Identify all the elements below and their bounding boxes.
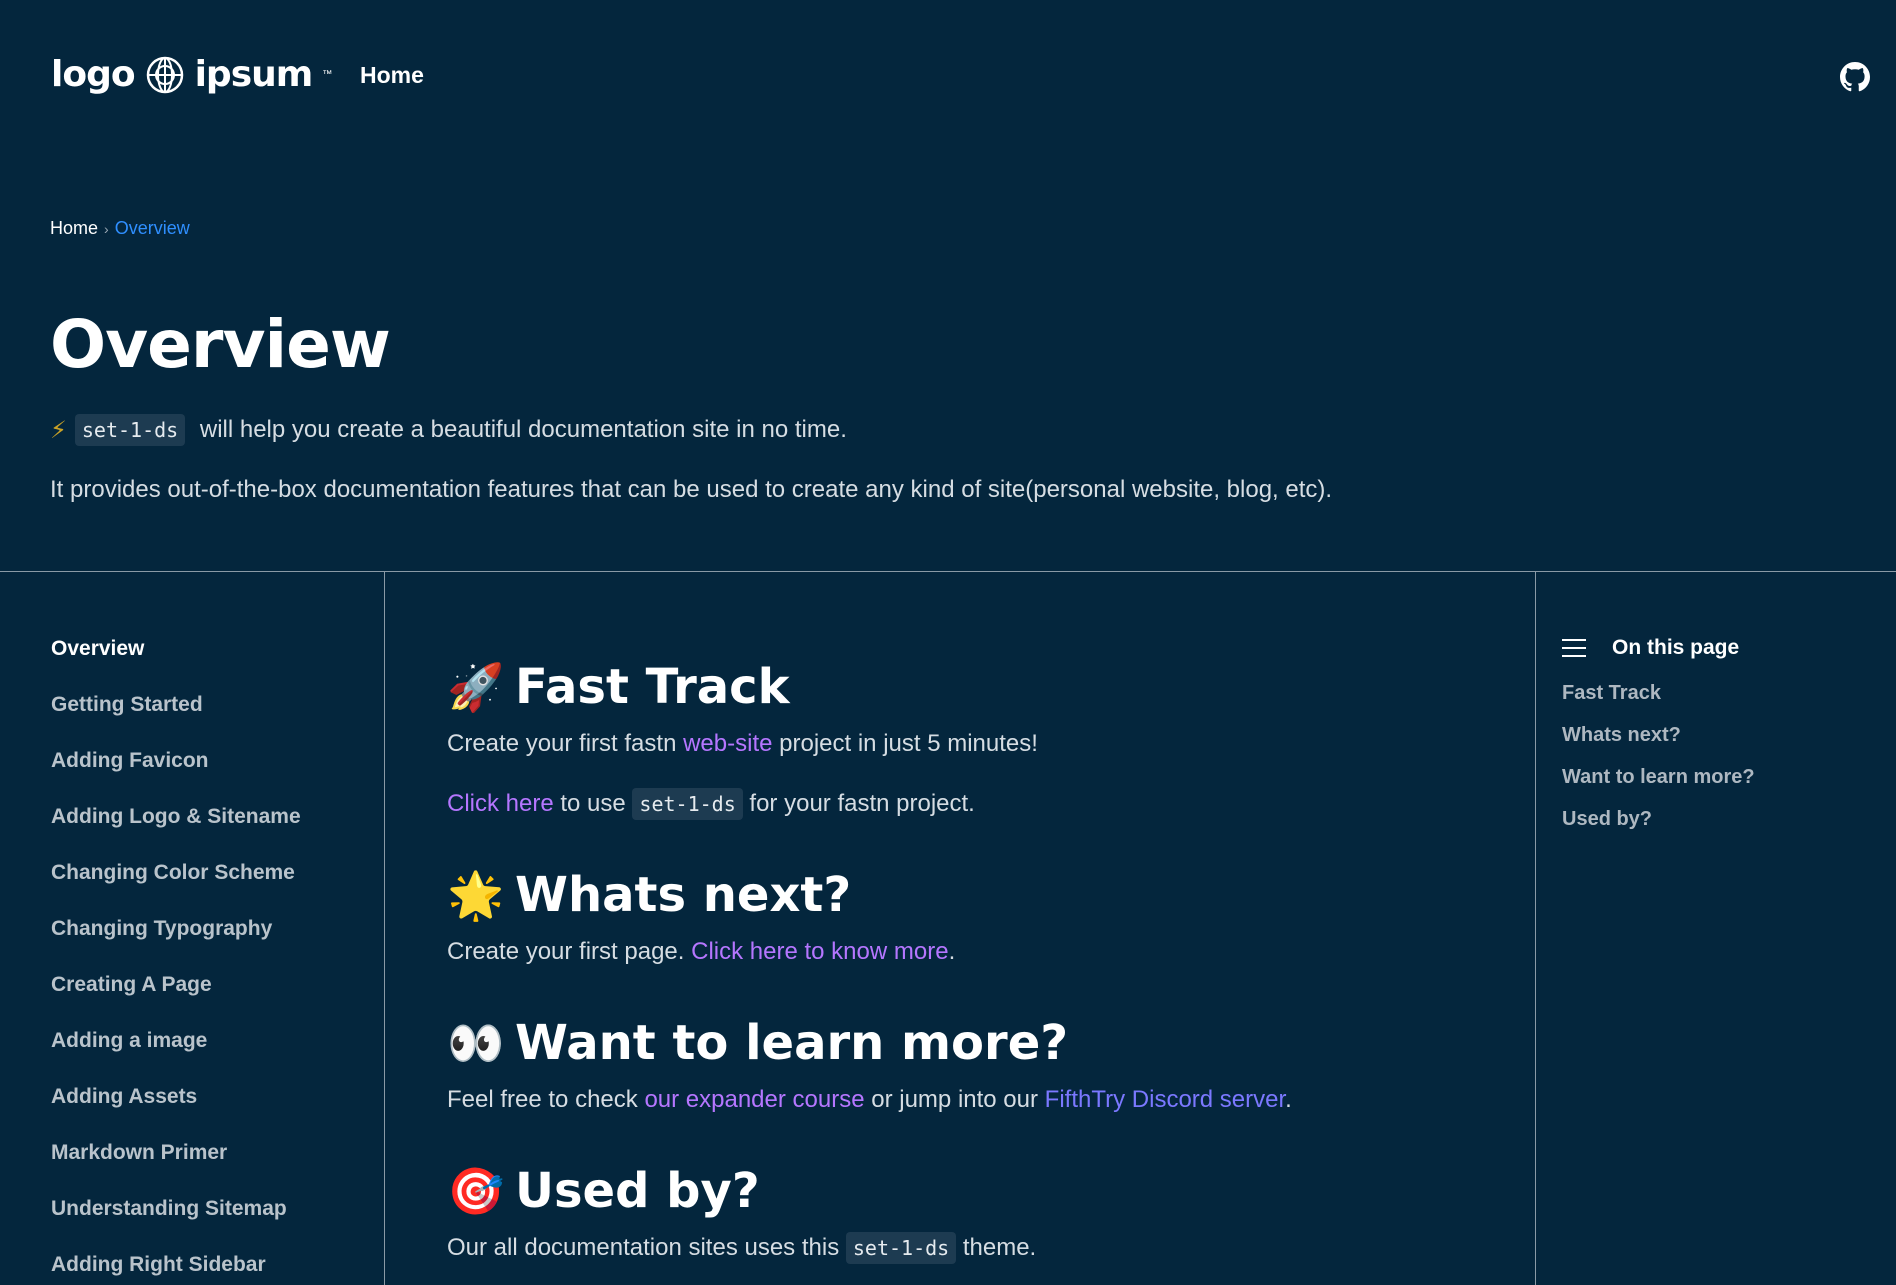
heading-learn-more: 👀 Want to learn more?: [447, 1006, 1487, 1080]
click-here-link[interactable]: Click here: [447, 790, 554, 817]
text: .: [1285, 1086, 1292, 1113]
whats-next-paragraph: Create your first page. Click here to kn…: [447, 936, 1487, 968]
right-column-divider: [1535, 571, 1536, 1285]
text: project in just 5 minutes!: [772, 730, 1038, 757]
logo-trademark: ™: [322, 69, 333, 80]
eyes-icon: 👀: [447, 1015, 505, 1070]
main-content: 🚀 Fast Track Create your first fastn web…: [447, 650, 1487, 1264]
section-learn-more: 👀 Want to learn more? Feel free to check…: [447, 1006, 1487, 1116]
toc-item-whats-next[interactable]: Whats next?: [1562, 722, 1755, 764]
chevron-right-icon: ›: [104, 220, 109, 237]
top-header: logo ipsum ™ Home: [0, 0, 1896, 150]
heading-fast-track: 🚀 Fast Track: [447, 650, 1487, 724]
on-this-page-sidebar: On this page Fast Track Whats next? Want…: [1562, 636, 1755, 848]
target-icon: 🎯: [447, 1163, 505, 1218]
heading-used-by-text: Used by?: [515, 1163, 760, 1219]
text: Create your first fastn: [447, 730, 684, 757]
toc-heading-text: On this page: [1612, 636, 1740, 659]
sidebar-item-getting-started[interactable]: Getting Started: [51, 692, 301, 748]
fast-track-paragraph-1: Create your first fastn web-site project…: [447, 728, 1487, 760]
inline-code: set-1-ds: [845, 1232, 957, 1264]
fast-track-paragraph-2: Click here to use set-1-ds for your fast…: [447, 788, 1487, 820]
sidebar-item-adding-assets[interactable]: Adding Assets: [51, 1084, 301, 1140]
inline-code: set-1-ds: [632, 788, 743, 820]
intro-description: It provides out-of-the-box documentation…: [50, 476, 1333, 503]
left-column-divider: [384, 571, 385, 1285]
star-icon: 🌟: [447, 867, 505, 922]
nav-home-link[interactable]: Home: [360, 62, 424, 89]
expander-course-link[interactable]: our expander course: [644, 1086, 864, 1113]
logo-text-right: ipsum: [194, 54, 314, 95]
text: to use: [553, 790, 633, 817]
intro-line: ⚡ set-1-ds will help you create a beauti…: [50, 414, 847, 446]
sidebar-item-understanding-sitemap[interactable]: Understanding Sitemap: [51, 1196, 301, 1252]
left-sidebar: Overview Getting Started Adding Favicon …: [51, 636, 301, 1285]
sidebar-item-adding-favicon[interactable]: Adding Favicon: [51, 748, 301, 804]
sidebar-item-adding-logo-sitename[interactable]: Adding Logo & Sitename: [51, 804, 301, 860]
text: Our all documentation sites uses this: [447, 1234, 846, 1261]
lightning-icon: ⚡: [50, 416, 67, 444]
text: Create your first page.: [447, 938, 692, 965]
breadcrumb-current-link[interactable]: Overview: [115, 218, 190, 239]
toc-item-want-to-learn-more[interactable]: Want to learn more?: [1562, 764, 1755, 806]
sidebar-item-adding-a-image[interactable]: Adding a image: [51, 1028, 301, 1084]
text: for your fastn project.: [742, 790, 975, 817]
web-site-link[interactable]: web-site: [683, 730, 772, 757]
sidebar-item-overview[interactable]: Overview: [51, 636, 301, 692]
page-title: Overview: [50, 306, 391, 383]
section-whats-next: 🌟 Whats next? Create your first page. Cl…: [447, 858, 1487, 968]
globe-icon: [146, 56, 183, 93]
toc-item-fast-track[interactable]: Fast Track: [1562, 680, 1755, 722]
used-by-paragraph: Our all documentation sites uses this se…: [447, 1232, 1487, 1264]
sidebar-item-adding-right-sidebar[interactable]: Adding Right Sidebar: [51, 1252, 301, 1285]
breadcrumb-home-link[interactable]: Home: [50, 218, 98, 239]
site-logo[interactable]: logo ipsum ™: [51, 54, 332, 95]
heading-fast-track-text: Fast Track: [515, 659, 790, 715]
text: or jump into our: [864, 1086, 1045, 1113]
sidebar-item-markdown-primer[interactable]: Markdown Primer: [51, 1140, 301, 1196]
learn-more-paragraph: Feel free to check our expander course o…: [447, 1084, 1487, 1116]
intro-code: set-1-ds: [74, 414, 186, 446]
heading-whats-next-text: Whats next?: [515, 867, 852, 923]
toc-item-used-by[interactable]: Used by?: [1562, 806, 1755, 848]
github-icon[interactable]: [1840, 62, 1870, 92]
know-more-link[interactable]: Click here to know more: [691, 938, 948, 965]
sidebar-item-creating-a-page[interactable]: Creating A Page: [51, 972, 301, 1028]
logo-text-left: logo: [51, 54, 136, 95]
heading-used-by: 🎯 Used by?: [447, 1154, 1487, 1228]
breadcrumb: Home › Overview: [50, 218, 190, 239]
discord-server-link[interactable]: FifthTry Discord server: [1045, 1086, 1285, 1113]
text: Feel free to check: [447, 1086, 645, 1113]
text: theme.: [956, 1234, 1037, 1261]
menu-icon: [1562, 639, 1586, 657]
section-used-by: 🎯 Used by? Our all documentation sites u…: [447, 1154, 1487, 1264]
sidebar-item-changing-color-scheme[interactable]: Changing Color Scheme: [51, 860, 301, 916]
intro-text: will help you create a beautiful documen…: [193, 416, 847, 443]
heading-learn-more-text: Want to learn more?: [515, 1015, 1069, 1071]
sidebar-item-changing-typography[interactable]: Changing Typography: [51, 916, 301, 972]
section-fast-track: 🚀 Fast Track Create your first fastn web…: [447, 650, 1487, 820]
rocket-icon: 🚀: [447, 659, 505, 714]
toc-heading: On this page: [1562, 636, 1755, 660]
heading-whats-next: 🌟 Whats next?: [447, 858, 1487, 932]
text: .: [948, 938, 956, 965]
horizontal-divider: [0, 571, 1896, 572]
